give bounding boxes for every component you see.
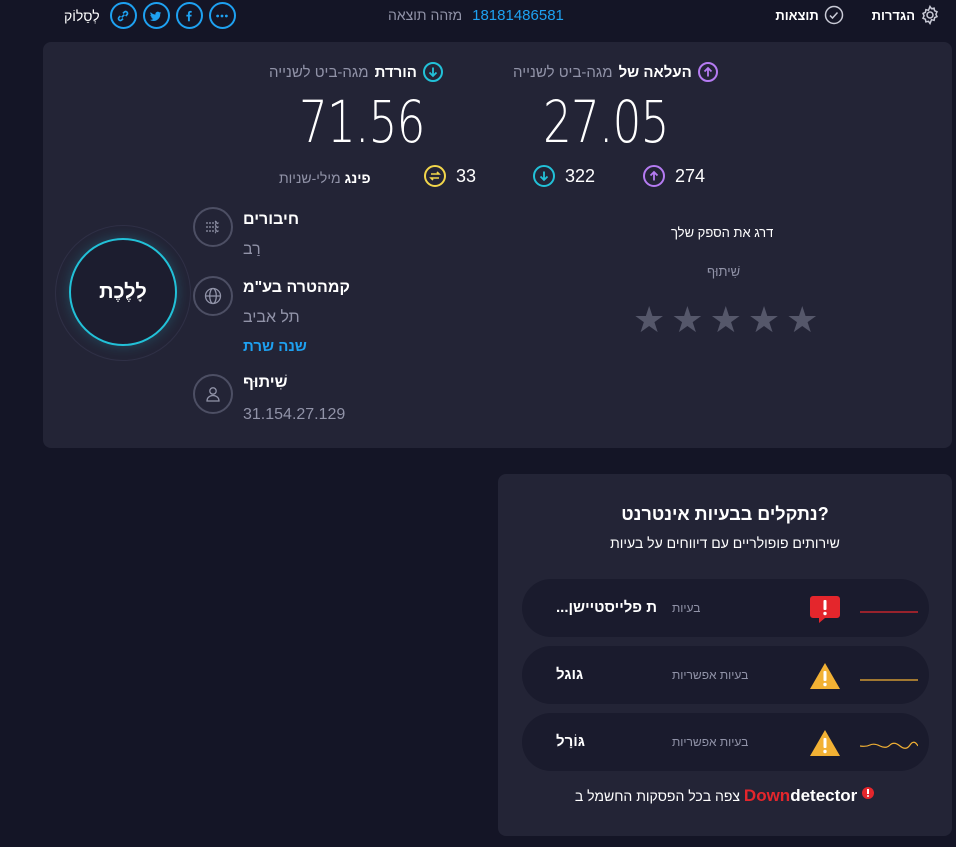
download-label: הורדת	[374, 63, 417, 81]
downdetector-title: נתקלים בבעיות אינטרנט?	[621, 504, 829, 524]
star-icon-3[interactable]: ★	[710, 302, 742, 338]
footer-text: צפה בכל הפסקות החשמל ב	[574, 788, 741, 804]
outage-service-name: ...ת פלייסטיישן	[556, 599, 658, 616]
upload-label: העלאה של	[618, 63, 692, 81]
connections-value: רַב	[243, 241, 261, 258]
server-location: תל אביב	[243, 309, 300, 326]
ping-upload-value: 274	[675, 165, 706, 186]
results-label: תוצאות	[775, 7, 819, 23]
upload-latency-icon	[643, 165, 665, 187]
result-id: מזהה תוצאה 18181486581	[388, 7, 564, 24]
downdetector-alert-icon	[862, 787, 875, 799]
downdetector-panel: נתקלים בבעיות אינטרנט? שירותים פופולריים…	[498, 474, 952, 836]
download-unit: מגה-ביט לשנייה	[269, 63, 369, 81]
ping-icon	[424, 165, 446, 187]
outage-sparkline	[860, 741, 918, 749]
twitter-icon[interactable]	[142, 2, 170, 29]
gear-icon	[922, 5, 938, 25]
connections-icon	[193, 207, 233, 247]
provider-title: שִׁיתוּף	[243, 374, 288, 391]
share-links: לְסַלוֹק	[64, 2, 236, 29]
outage-service-name: גּוֹרָל	[556, 733, 585, 750]
star-icon-5[interactable]: ★	[786, 302, 818, 338]
downdetector-logo: Downdetector	[744, 786, 857, 805]
downdetector-subtitle: שירותים פופולריים עם דיווחים על בעיות	[610, 535, 840, 551]
upload-unit: מגה-ביט לשנייה	[513, 63, 613, 81]
top-nav: תוצאות הגדרות	[775, 5, 940, 25]
outage-status: בעיות	[672, 601, 701, 615]
top-bar: לְסַלוֹק מזהה תוצאה 18181486581 תוצאות ה…	[0, 0, 956, 34]
download-header: הורדת מגה-ביט לשנייה	[269, 62, 443, 82]
outage-service-name: גוגל	[556, 666, 584, 683]
star-icon-1[interactable]: ★	[633, 302, 665, 338]
star-icon-2[interactable]: ★	[671, 302, 703, 338]
outage-row[interactable]: בעיות אפשריות גּוֹרָל	[522, 713, 929, 771]
server-title: קמהטרה בע"מ	[243, 279, 350, 296]
outage-sparkline	[860, 679, 918, 681]
share-label: לְסַלוֹק	[64, 7, 100, 24]
ping-download: 322	[533, 165, 595, 187]
ping-label-text: פינג	[344, 170, 371, 186]
star-icon-4[interactable]: ★	[748, 302, 780, 338]
warning-icon	[810, 663, 840, 689]
result-id-link[interactable]: 18181486581	[472, 7, 564, 24]
logo-down: Down	[743, 786, 791, 805]
settings-label: הגדרות	[871, 7, 915, 23]
change-server-link[interactable]: שנה שרת	[243, 338, 307, 355]
ping-unit: מילי-שניות	[279, 170, 341, 186]
facebook-icon[interactable]	[175, 2, 203, 29]
results-panel: הורדת מגה-ביט לשנייה 71.56 העלאה של מגה-…	[43, 42, 952, 448]
copy-link-icon[interactable]	[109, 2, 137, 29]
downdetector-footer[interactable]: צפה בכל הפסקות החשמל ב Downdetector	[498, 786, 952, 806]
alert-icon	[810, 596, 840, 623]
rate-share-label: שִׁיתוּף	[707, 264, 741, 279]
download-value: 71.56	[299, 88, 425, 156]
user-icon	[193, 374, 233, 414]
globe-icon	[193, 276, 233, 316]
check-circle-icon	[824, 5, 843, 25]
ping-upload: 274	[643, 165, 705, 187]
warning-icon	[810, 730, 840, 756]
download-latency-icon	[533, 165, 555, 187]
outage-row[interactable]: בעיות אפשריות גוגל	[522, 646, 929, 704]
ping-download-value: 322	[565, 165, 596, 186]
results-nav-item[interactable]: תוצאות	[775, 5, 843, 25]
upload-header: העלאה של מגה-ביט לשנייה	[513, 62, 718, 82]
settings-nav-item[interactable]: הגדרות	[872, 5, 940, 25]
logo-detector: detector	[790, 786, 858, 805]
rate-provider-title: דרג את הספק שלך	[671, 225, 774, 240]
connections-title: חיבורים	[243, 211, 300, 228]
ping-label: פינג מילי-שניות	[279, 170, 371, 186]
more-icon[interactable]	[208, 2, 236, 29]
provider-ip: 31.154.27.129	[243, 406, 346, 423]
download-arrow-icon	[422, 62, 443, 82]
upload-arrow-icon	[697, 62, 718, 82]
outage-status: בעיות אפשריות	[672, 735, 749, 749]
upload-value: 27.05	[543, 88, 669, 156]
ping-idle-value: 33	[456, 165, 477, 186]
rating-stars: ★ ★ ★ ★ ★	[633, 302, 818, 338]
go-button[interactable]: לָלֶכֶת	[69, 238, 177, 346]
ping-idle: 33	[424, 165, 476, 187]
outage-row[interactable]: בעיות ...ת פלייסטיישן	[522, 579, 929, 637]
outage-status: בעיות אפשריות	[672, 668, 749, 682]
outage-sparkline	[860, 611, 918, 613]
result-id-label: מזהה תוצאה	[388, 7, 463, 23]
